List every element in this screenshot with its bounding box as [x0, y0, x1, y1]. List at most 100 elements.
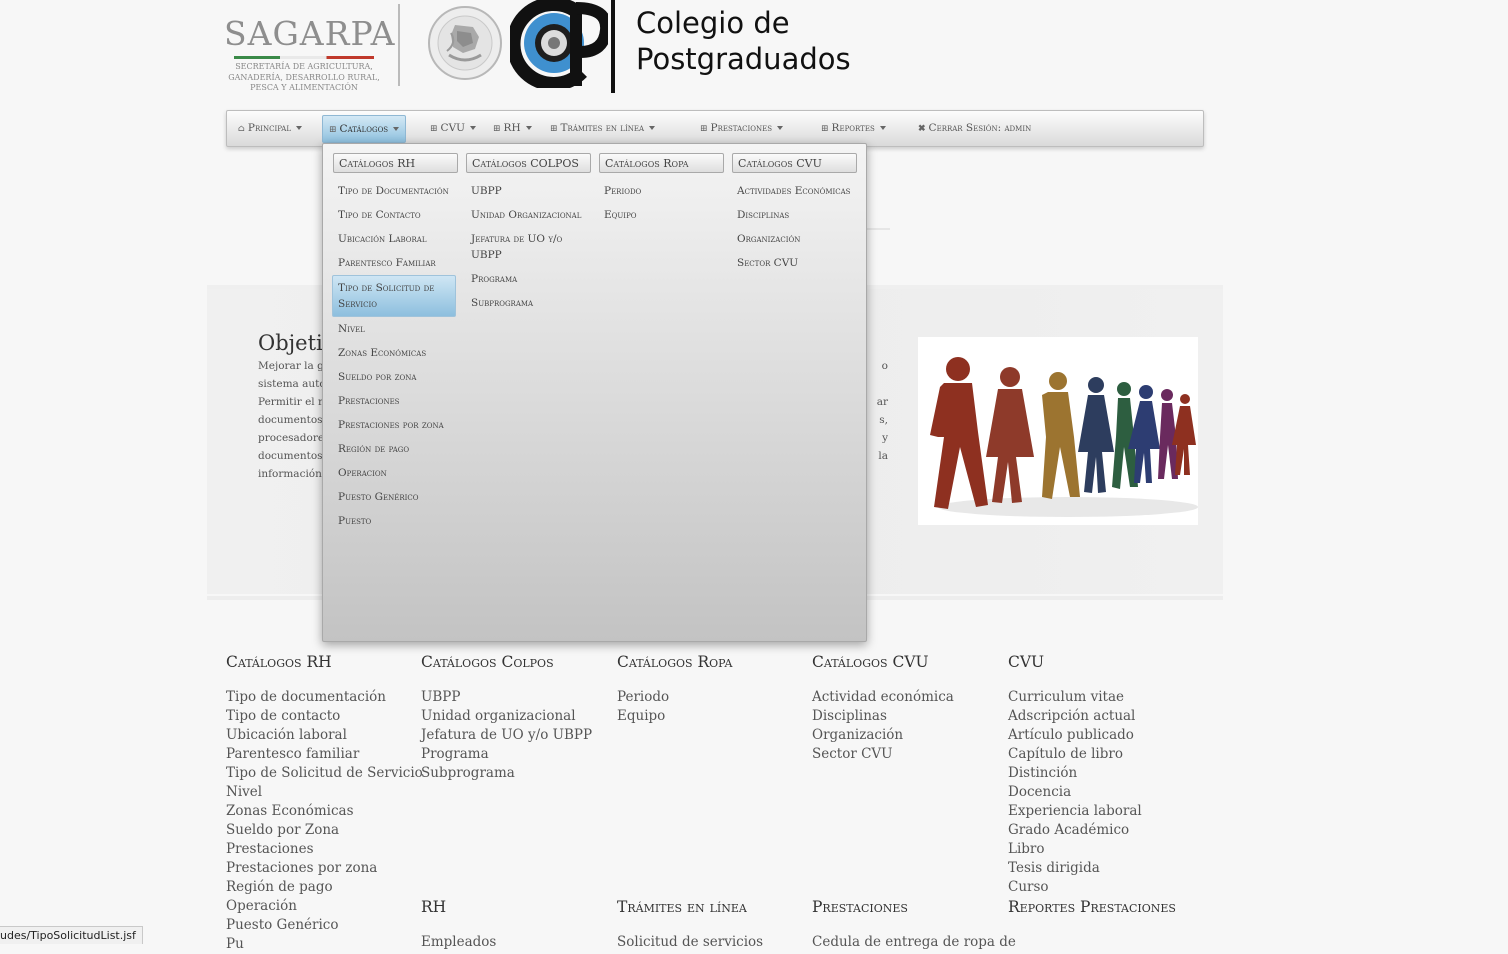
footer-link[interactable]: Tipo de documentación — [226, 688, 421, 707]
grid-icon: ⊞ — [821, 124, 829, 134]
dropdown-item[interactable]: Jefatura de UO y/o UBPP — [466, 227, 591, 267]
mexico-seal-icon — [428, 6, 502, 80]
dropdown-item[interactable]: Prestaciones — [333, 389, 458, 413]
menu-tramites[interactable]: ⊞ Trámites en línea — [544, 111, 661, 146]
menu-label: Prestaciones — [710, 122, 773, 134]
footer-link[interactable]: Grado Académico — [1008, 821, 1203, 840]
dropdown-item-selected[interactable]: Tipo de Solicitud de Servicio — [332, 275, 456, 317]
grid-icon: ⊞ — [493, 124, 501, 134]
menu-label: RH — [503, 122, 521, 134]
sagarpa-logo: SAGARPA Secretaría de Agricultura, Ganad… — [224, 14, 396, 94]
institution-title-line-2: Postgraduados — [636, 42, 851, 76]
footer-heading: Reportes Prestaciones — [1008, 898, 1176, 916]
menu-label: Cerrar Sesión: admin — [928, 122, 1032, 134]
footer-link[interactable]: Equipo — [617, 707, 812, 726]
dropdown-item[interactable]: Parentesco Familiar — [333, 251, 458, 275]
dropdown-column-rh: Catálogos RH Tipo de Documentación Tipo … — [332, 153, 458, 533]
menu-label: Reportes — [831, 122, 875, 134]
status-bar-url: udes/TipoSolicitudList.jsf — [0, 926, 143, 944]
dropdown-item[interactable]: Región de pago — [333, 437, 458, 461]
chevron-down-icon — [393, 127, 400, 131]
grid-icon: ⊞ — [329, 125, 337, 135]
dropdown-item[interactable]: Tipo de Documentación — [333, 179, 458, 203]
menu-cvu[interactable]: ⊞ CVU — [424, 111, 482, 146]
footer-link[interactable]: Nivel — [226, 783, 421, 802]
dropdown-item[interactable]: Puesto — [333, 509, 458, 533]
menu-prestaciones[interactable]: ⊞ Prestaciones — [694, 111, 789, 146]
menu-label: Trámites en línea — [560, 122, 644, 134]
footer-link[interactable]: Curso — [1008, 878, 1203, 897]
footer-link[interactable]: Prestaciones por zona — [226, 859, 421, 878]
footer-link[interactable]: Actividad económica — [812, 688, 1007, 707]
footer-link[interactable]: Puesto Genérico — [226, 916, 421, 935]
catalogos-dropdown: Catálogos RH Tipo de Documentación Tipo … — [322, 143, 867, 642]
dropdown-item[interactable]: Sueldo por zona — [333, 365, 458, 389]
dropdown-item[interactable]: Prestaciones por zona — [333, 413, 458, 437]
dropdown-item[interactable]: Ubicación Laboral — [333, 227, 458, 251]
footer-link[interactable]: Sector CVU — [812, 745, 1007, 764]
dropdown-item[interactable]: Puesto Genérico — [333, 485, 458, 509]
footer-heading: RH — [421, 898, 447, 916]
footer-link[interactable]: Docencia — [1008, 783, 1203, 802]
dropdown-column-colpos: Catálogos COLPOS UBPP Unidad Organizacio… — [466, 153, 591, 315]
footer-link[interactable]: Subprograma — [421, 764, 616, 783]
dropdown-item[interactable]: Organización — [732, 227, 857, 251]
footer-link[interactable]: Programa — [421, 745, 616, 764]
dropdown-item[interactable]: Actividades Económicas — [732, 179, 857, 203]
dropdown-item[interactable]: Unidad Organizacional — [466, 203, 591, 227]
footer-link[interactable]: Artículo publicado — [1008, 726, 1203, 745]
footer-column-catalogos-colpos: Catálogos Colpos UBPP Unidad organizacio… — [421, 653, 616, 783]
sagarpa-logo-text: SAGARPA — [224, 14, 396, 53]
footer-column-catalogos-ropa: Catálogos Ropa Periodo Equipo — [617, 653, 812, 726]
dropdown-item[interactable]: UBPP — [466, 179, 591, 203]
menu-principal[interactable]: ⌂ Principal — [232, 111, 308, 146]
footer-link[interactable]: Sueldo por Zona — [226, 821, 421, 840]
footer-link[interactable]: Unidad organizacional — [421, 707, 616, 726]
dropdown-item[interactable]: Nivel — [333, 317, 458, 341]
footer-link[interactable]: Periodo — [617, 688, 812, 707]
dropdown-item[interactable]: Zonas Económicas — [333, 341, 458, 365]
dropdown-item[interactable]: Subprograma — [466, 291, 591, 315]
footer-link[interactable]: Tesis dirigida — [1008, 859, 1203, 878]
footer-link[interactable]: Capítulo de libro — [1008, 745, 1203, 764]
footer-link[interactable]: Tipo de contacto — [226, 707, 421, 726]
dropdown-item[interactable]: Equipo — [599, 203, 724, 227]
footer-link[interactable]: Tipo de Solicitud de Servicio — [226, 764, 423, 783]
dropdown-item[interactable]: Tipo de Contacto — [333, 203, 458, 227]
footer-link[interactable]: Ubicación laboral — [226, 726, 421, 745]
dropdown-item[interactable]: Operacion — [333, 461, 458, 485]
dropdown-header: Catálogos Ropa — [599, 153, 724, 173]
title-divider — [611, 0, 615, 93]
dropdown-item[interactable]: Disciplinas — [732, 203, 857, 227]
footer-link[interactable]: Experiencia laboral — [1008, 802, 1203, 821]
dropdown-item[interactable]: Periodo — [599, 179, 724, 203]
footer-link[interactable]: Operación — [226, 897, 421, 916]
footer-link[interactable]: Parentesco familiar — [226, 745, 421, 764]
menu-catalogos[interactable]: ⊞ Catálogos — [322, 115, 407, 143]
grid-icon: ⊞ — [430, 124, 438, 134]
menu-label: CVU — [440, 122, 466, 134]
menu-cerrar-sesion[interactable]: ✖ Cerrar Sesión: admin — [912, 111, 1037, 146]
footer-link[interactable]: Organización — [812, 726, 1007, 745]
footer-column-rh: RH Empleados — [421, 898, 616, 952]
dropdown-item[interactable]: Sector CVU — [732, 251, 857, 275]
footer-heading: Catálogos CVU — [812, 653, 929, 671]
menu-rh[interactable]: ⊞ RH — [487, 111, 538, 146]
footer-column-catalogos-rh: Catálogos RH Tipo de documentación Tipo … — [226, 653, 423, 954]
footer-link[interactable]: Distinción — [1008, 764, 1203, 783]
dropdown-item[interactable]: Programa — [466, 267, 591, 291]
footer-link[interactable]: UBPP — [421, 688, 616, 707]
footer-heading: Catálogos RH — [226, 653, 332, 671]
footer-link[interactable]: Curriculum vitae — [1008, 688, 1203, 707]
menu-reportes[interactable]: ⊞ Reportes — [815, 111, 892, 146]
chevron-down-icon — [879, 126, 886, 130]
footer-link[interactable]: Adscripción actual — [1008, 707, 1203, 726]
footer-link[interactable]: Disciplinas — [812, 707, 1007, 726]
footer-link[interactable]: Libro — [1008, 840, 1203, 859]
footer-link[interactable]: Jefatura de UO y/o UBPP — [421, 726, 616, 745]
footer-link[interactable]: Zonas Económicas — [226, 802, 421, 821]
footer-link[interactable]: Región de pago — [226, 878, 421, 897]
footer-link[interactable]: Pu — [226, 935, 421, 954]
people-holding-hands-image — [918, 337, 1198, 525]
footer-link[interactable]: Prestaciones — [226, 840, 421, 859]
